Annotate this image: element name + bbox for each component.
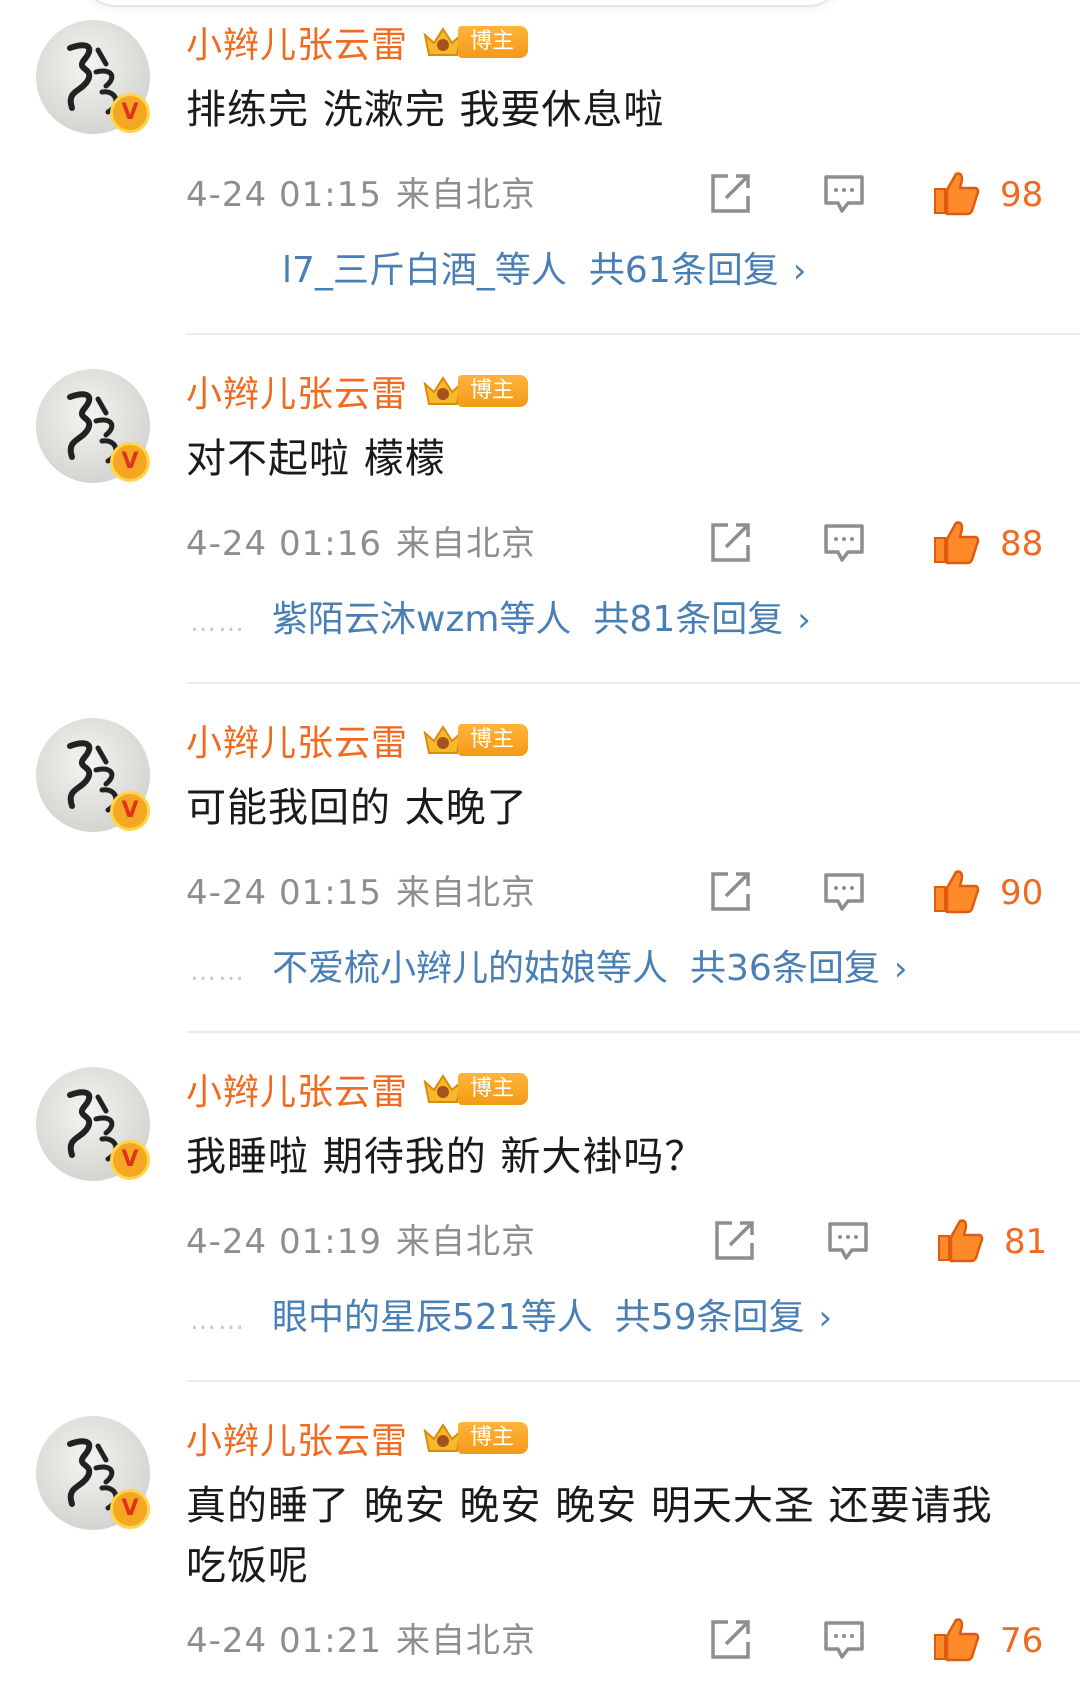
- avatar[interactable]: V: [36, 718, 150, 832]
- comment-text: 排练完 洗漱完 我要休息啦: [186, 87, 665, 133]
- replies-link[interactable]: …… 紫陌云沐wzm等人 共81条回复 ›: [190, 595, 811, 645]
- share-icon[interactable]: [708, 172, 752, 216]
- comment-location: 来自北京: [395, 175, 536, 215]
- author-row: 小辫儿张云雷 博主: [186, 1416, 529, 1462]
- author-name[interactable]: 小辫儿张云雷: [186, 714, 408, 766]
- replies-link[interactable]: …… 眼中的星辰521等人 共59条回复 ›: [190, 1293, 832, 1343]
- comment-time: 4-24 01:19: [186, 1222, 382, 1262]
- avatar[interactable]: V: [36, 1416, 150, 1530]
- like-icon[interactable]: [932, 868, 980, 914]
- blogger-badge: 博主: [458, 375, 529, 407]
- like-icon[interactable]: [932, 170, 980, 216]
- like-count: 98: [1000, 175, 1044, 215]
- comment-icon[interactable]: [822, 870, 866, 914]
- like-count: 76: [1000, 1621, 1044, 1661]
- author-row: 小辫儿张云雷 博主: [186, 718, 529, 764]
- verified-badge: V: [110, 442, 150, 482]
- comment-icon[interactable]: [822, 521, 866, 565]
- like-count: 88: [1000, 524, 1044, 564]
- author-name[interactable]: 小辫儿张云雷: [186, 16, 408, 68]
- comment-text: 可能我回的 太晚了: [186, 785, 528, 831]
- replies-link[interactable]: …… 不爱梳小辫儿的姑娘等人 共36条回复 ›: [190, 944, 907, 994]
- verified-badge: V: [110, 1489, 150, 1529]
- comment-time: 4-24 01:15: [186, 175, 382, 215]
- divider: [186, 682, 1080, 684]
- author-name[interactable]: 小辫儿张云雷: [186, 1412, 408, 1464]
- reply-users: 不爱梳小辫儿的姑娘等人: [272, 948, 669, 989]
- comment-icon[interactable]: [826, 1219, 870, 1263]
- like-count: 81: [1004, 1222, 1048, 1262]
- reply-users: 眼中的星辰521等人: [272, 1297, 593, 1338]
- blogger-badge: 博主: [458, 724, 529, 756]
- comment-meta: 4-24 01:21 来自北京: [186, 1616, 536, 1666]
- blogger-badge: 博主: [458, 1422, 529, 1454]
- reply-count: 共59条回复: [614, 1297, 805, 1338]
- comment-text: 我睡啦 期待我的 新大褂吗？: [186, 1134, 706, 1180]
- comment-time: 4-24 01:15: [186, 873, 382, 913]
- comment-icon[interactable]: [822, 172, 866, 216]
- avatar[interactable]: V: [36, 1067, 150, 1181]
- comment-icon[interactable]: [822, 1618, 866, 1662]
- reply-count: 共81条回复: [593, 599, 784, 640]
- comment-time: 4-24 01:21: [186, 1621, 382, 1661]
- like-icon[interactable]: [932, 1616, 980, 1662]
- divider: [186, 1380, 1080, 1382]
- comment-location: 来自北京: [395, 1222, 536, 1262]
- comment-location: 来自北京: [395, 1621, 536, 1661]
- previous-card-edge: [80, 0, 844, 7]
- avatar[interactable]: V: [36, 20, 150, 134]
- author-name[interactable]: 小辫儿张云雷: [186, 365, 408, 417]
- reply-count: 共61条回复: [588, 250, 779, 291]
- verified-badge: V: [110, 791, 150, 831]
- author-row: 小辫儿张云雷 博主: [186, 1067, 529, 1113]
- comment-meta: 4-24 01:19 来自北京: [186, 1217, 536, 1267]
- chevron-right-icon: ›: [818, 1298, 833, 1338]
- chevron-right-icon: ›: [797, 600, 811, 640]
- comment-meta: 4-24 01:16 来自北京: [186, 519, 536, 569]
- replies-link[interactable]: l7_三斤白酒_等人 共61条回复 ›: [282, 246, 806, 296]
- share-icon[interactable]: [708, 1618, 752, 1662]
- like-icon[interactable]: [936, 1217, 984, 1263]
- reply-users: l7_三斤白酒_等人: [282, 250, 567, 291]
- author-row: 小辫儿张云雷 博主: [186, 20, 529, 66]
- like-count: 90: [1000, 873, 1044, 913]
- share-icon[interactable]: [712, 1219, 756, 1263]
- share-icon[interactable]: [708, 870, 752, 914]
- reply-count: 共36条回复: [690, 948, 880, 989]
- verified-badge: V: [110, 93, 150, 133]
- author-name[interactable]: 小辫儿张云雷: [186, 1063, 408, 1115]
- chevron-right-icon: ›: [893, 949, 908, 989]
- reply-users: 紫陌云沐wzm等人: [272, 599, 572, 640]
- like-icon[interactable]: [932, 519, 980, 565]
- comment-meta: 4-24 01:15 来自北京: [186, 170, 536, 220]
- share-icon[interactable]: [708, 521, 752, 565]
- avatar[interactable]: V: [36, 369, 150, 483]
- chevron-right-icon: ›: [792, 251, 807, 291]
- divider: [186, 1031, 1080, 1033]
- comment-meta: 4-24 01:15 来自北京: [186, 868, 536, 918]
- comment-text: 真的睡了 晚安 晚安 晚安 明天大圣 还要请我吃饭呢: [186, 1483, 993, 1589]
- divider: [186, 333, 1080, 335]
- reply-dots: ……: [190, 1306, 246, 1336]
- comment-text: 对不起啦 檬檬: [186, 436, 446, 482]
- author-row: 小辫儿张云雷 博主: [186, 369, 529, 415]
- comment-location: 来自北京: [395, 524, 536, 564]
- reply-dots: ……: [190, 957, 246, 987]
- comment-time: 4-24 01:16: [186, 524, 382, 564]
- verified-badge: V: [110, 1140, 150, 1180]
- blogger-badge: 博主: [458, 1073, 529, 1105]
- blogger-badge: 博主: [458, 26, 529, 58]
- reply-dots: ……: [190, 608, 246, 638]
- comment-location: 来自北京: [395, 873, 536, 913]
